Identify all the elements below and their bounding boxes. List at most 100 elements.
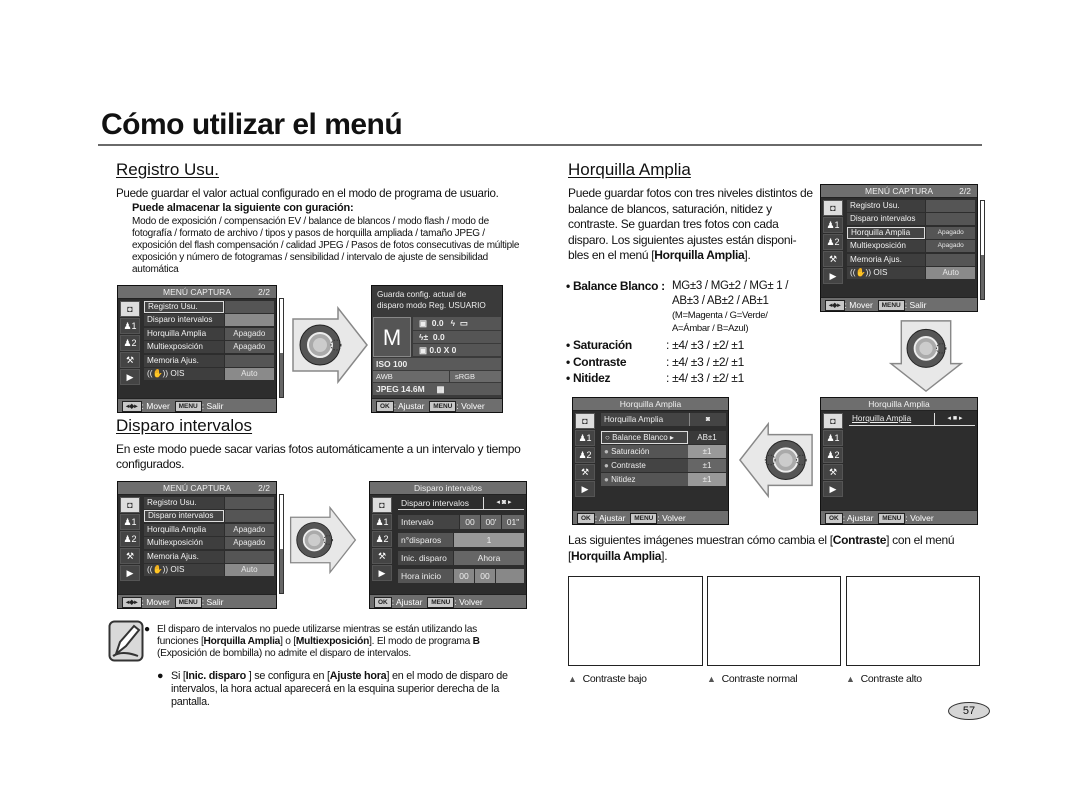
user1-icon[interactable]: ♟1 [823,217,843,233]
menu-row[interactable]: Registro Usu. [144,496,274,510]
start-row[interactable]: Inic. disparo Ahora [398,551,524,565]
camera-icon[interactable]: ◘ [120,497,140,513]
row-value [224,510,274,523]
play-icon[interactable]: ▶ [575,481,595,497]
play-icon[interactable]: ▶ [120,565,140,581]
menu-row[interactable]: Multiexposición Apagado [144,341,274,355]
menu-row[interactable]: Horquilla Amplia Apagado [144,327,274,341]
user1-icon[interactable]: ♟1 [120,318,140,334]
menu-row[interactable]: Multiexposición Apagado [847,240,975,254]
screen-header: Horquilla Amplia [573,398,728,411]
camera-icon[interactable]: ◘ [575,413,595,429]
footer-exit-label: : Salir [201,597,224,607]
scrollbar[interactable] [980,200,985,300]
user1-icon[interactable]: ♟1 [372,514,392,530]
menu-row[interactable]: ((✋)) OIS Auto [144,368,274,382]
user1-icon[interactable]: ♟1 [120,514,140,530]
camera-icon[interactable]: ◘ [372,497,392,513]
wrench-icon[interactable]: ⚒ [372,548,392,564]
note-text: Si [ [171,670,186,682]
user2-icon[interactable]: ♟2 [120,335,140,351]
menu-row[interactable]: Disparo intervalos [144,510,274,524]
jpeg-row: JPEG 14.6M ▦ [373,383,501,395]
screen-header: Disparo intervalos [370,482,526,495]
user1-icon[interactable]: ♟1 [575,430,595,446]
page-title: Cómo utilizar el menú [101,108,403,141]
row-value [224,354,274,367]
scrollbar[interactable] [279,494,284,594]
horquilla-toggle-row[interactable]: Horquilla Amplia ◂ ■ ▸ [849,413,975,426]
user2-icon[interactable]: ♟2 [575,447,595,463]
footer-move-label: : Mover [141,401,170,411]
bullet-dot: ● [144,624,150,635]
row-label: Horquilla Amplia [144,327,224,340]
wrench-icon[interactable]: ⚒ [823,251,843,267]
detail-row[interactable]: ● Saturación ±1 [601,445,726,458]
screen-title: MENÚ CAPTURA [162,287,231,297]
user2-icon[interactable]: ♟2 [372,531,392,547]
setting-name: Saturación [572,338,632,352]
exposure-mode: M [373,317,411,357]
user1-icon[interactable]: ♟1 [823,430,843,446]
shots-row[interactable]: n°disparos 1 [398,533,524,547]
user2-icon[interactable]: ♟2 [823,234,843,250]
setting-values: ±4/ ±3 / ±2/ ±1 [672,354,744,369]
user2-icon[interactable]: ♟2 [823,447,843,463]
tab-column: ◘ ♟1 ♟2 ⚒ ▶ [573,412,597,510]
footer-move-label: : Mover [844,300,873,310]
start-time-row[interactable]: Hora inicio 00 00 [398,569,524,583]
camera-icon[interactable]: ◘ [120,301,140,317]
menu-row[interactable]: Registro Usu. [144,300,274,314]
row-value [926,199,975,212]
wrench-icon[interactable]: ⚒ [575,464,595,480]
detail-row[interactable]: ● Nitidez ±1 [601,473,726,486]
menu-row[interactable]: ((✋)) OIS Auto [144,564,274,578]
user2-icon[interactable]: ♟2 [120,531,140,547]
menu-row[interactable]: Memoria Ajus. [144,550,274,564]
triangle-icon: ▲ [707,674,716,684]
menu-row[interactable]: ((✋)) OIS Auto [847,267,975,281]
menu-row[interactable]: Horquilla Amplia Apagado [144,523,274,537]
camera-icon[interactable]: ◘ [823,200,843,216]
contrast-text: Las siguientes imágenes muestran cómo ca… [568,533,833,547]
start-minute-value: 00 [475,569,495,583]
setting-note: (M=Magenta / G=Verde/ A=Ámbar / B=Azul) [672,310,768,334]
play-icon[interactable]: ▶ [372,565,392,581]
play-icon[interactable]: ▶ [823,268,843,284]
wrench-icon[interactable]: ⚒ [120,548,140,564]
menu-row[interactable]: Disparo intervalos [847,213,975,227]
row-value: Apagado [224,537,274,550]
interval-row[interactable]: Intervalo 00 00' 01" [398,515,524,529]
minutes-value: 00' [481,515,501,529]
ok-key-icon: OK [825,513,843,524]
row-value [926,213,975,226]
wrench-icon[interactable]: ⚒ [823,464,843,480]
intervalos-header-row[interactable]: Disparo intervalos ◂ ◙ ▸ [398,497,524,510]
menu-row[interactable]: Disparo intervalos [144,314,274,328]
start-hour-value: 00 [454,569,474,583]
play-icon[interactable]: ▶ [823,481,843,497]
row-value: Apagado [224,327,274,340]
menu-key-icon: MENU [429,401,457,412]
wrench-icon[interactable]: ⚒ [120,352,140,368]
menu-row[interactable]: Multiexposición Apagado [144,537,274,551]
row-label: Disparo intervalos [144,314,224,327]
contrast-bold: Contraste [832,533,887,547]
intervalos-screen: Disparo intervalos ◘ ♟1 ♟2 ⚒ ▶ Disparo i… [369,481,527,609]
camera-icon[interactable]: ◘ [823,413,843,429]
menu-row[interactable]: Registro Usu. [847,199,975,213]
footer-adjust-label: : Ajustar [594,513,626,523]
play-icon[interactable]: ▶ [120,369,140,385]
menu-row[interactable]: Memoria Ajus. [847,253,975,267]
note-bold: Ajuste hora [329,670,387,682]
scrollbar[interactable] [279,298,284,398]
footer-exit-label: : Salir [904,300,927,310]
horquilla-toggle-row[interactable]: Horquilla Amplia ◙ [601,413,726,426]
header-value: ◙ [705,416,711,423]
detail-row[interactable]: ● Contraste ±1 [601,459,726,472]
detail-row[interactable]: ○ Balance Blanco ▸ AB±1 [601,431,726,444]
row-value: Auto [224,368,274,381]
menu-row[interactable]: Memoria Ajus. [144,354,274,368]
footer-back-label: : Volver [454,597,483,607]
menu-row[interactable]: Horquilla Amplia Apagado [847,226,975,240]
